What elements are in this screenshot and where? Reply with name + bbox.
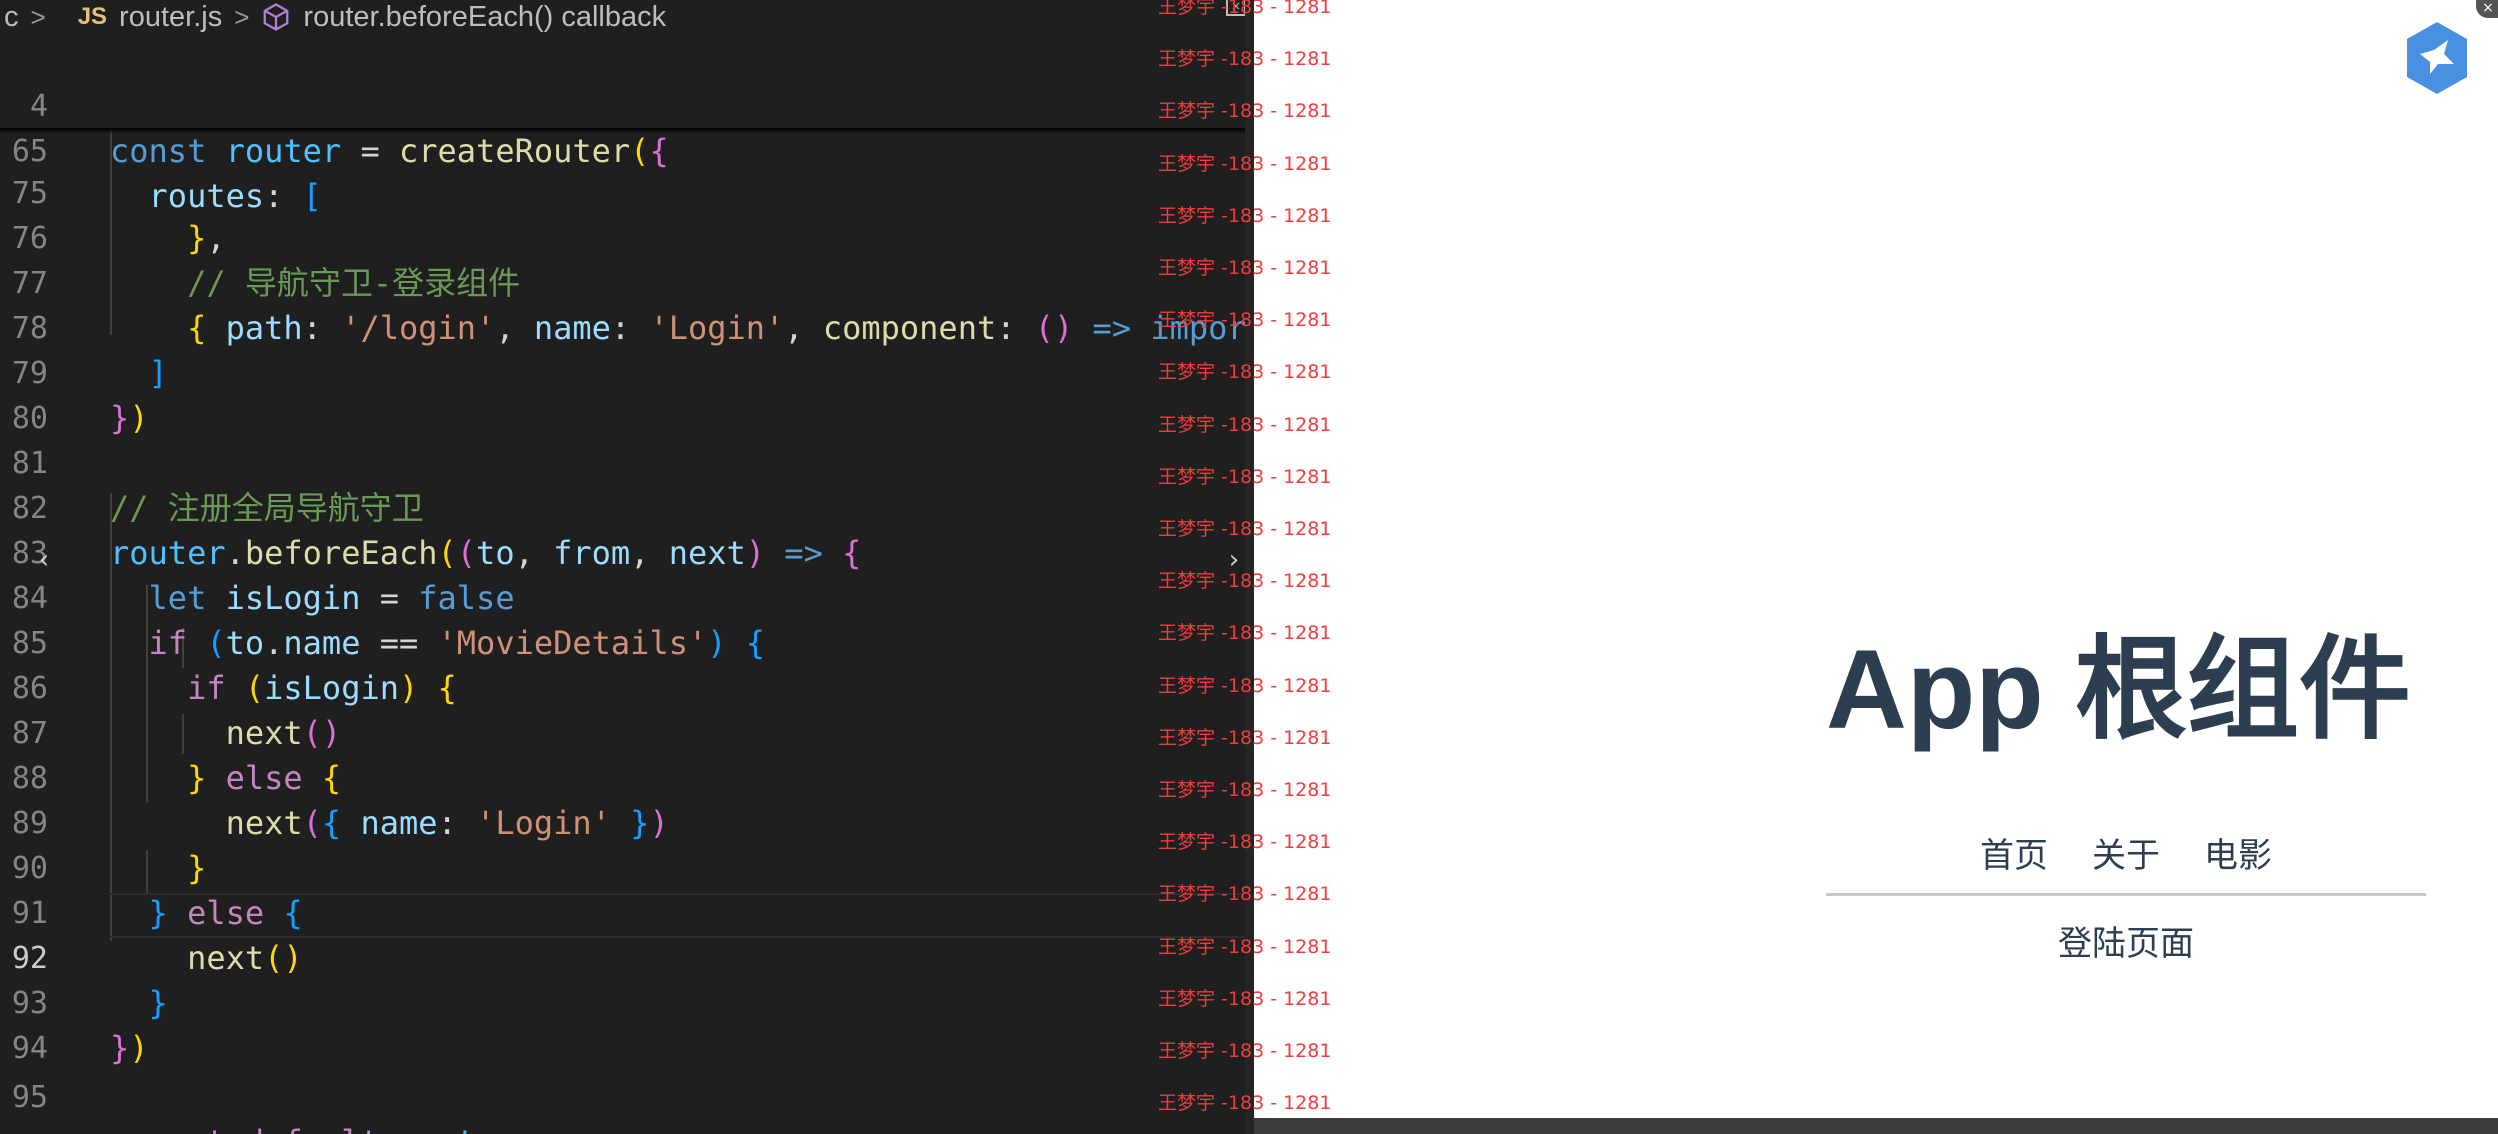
nav-link-about[interactable]: 关于 bbox=[2092, 828, 2160, 877]
preview-bottom-bar bbox=[1254, 1118, 2498, 1134]
code-line[interactable]: 76 // 导航守卫-登录组件 bbox=[0, 171, 1245, 302]
breadcrumb-file[interactable]: router.js bbox=[119, 1, 222, 34]
breadcrumb-separator: > bbox=[234, 1, 250, 32]
js-file-icon: JS bbox=[77, 3, 108, 30]
code-line[interactable]: 82 router.beforeEach((to, from, next) =>… bbox=[0, 441, 1245, 572]
code-line[interactable]: 86 next() bbox=[0, 621, 1245, 752]
code-line[interactable]: 93 }) bbox=[0, 936, 1245, 1067]
scroll-left-arrow[interactable]: ‹ bbox=[32, 545, 56, 575]
page-title: App 根组件 bbox=[1826, 627, 2411, 752]
breadcrumb-separator: > bbox=[30, 1, 46, 32]
pane-divider[interactable] bbox=[1245, 0, 1254, 1134]
code-line[interactable]: 4 const router = createRouter({ bbox=[0, 39, 1245, 170]
code-line[interactable]: 65 routes: [ bbox=[0, 84, 1245, 215]
divider-line bbox=[1826, 893, 2426, 896]
code-line[interactable]: 87 } else { bbox=[0, 666, 1245, 797]
code-line-current[interactable]: 92 } bbox=[0, 891, 1245, 1022]
code-line[interactable]: 90 } else { bbox=[0, 801, 1245, 932]
line-number: 95 bbox=[11, 1080, 48, 1115]
code-editor[interactable]: c > JS router.js > router.beforeEach() c… bbox=[0, 0, 1245, 1134]
code-line[interactable]: 89 } bbox=[0, 756, 1245, 887]
code-line[interactable]: 80 bbox=[0, 351, 1245, 436]
nav-links: 首页 关于 电影 bbox=[1826, 828, 2426, 877]
scroll-right-arrow[interactable]: › bbox=[1222, 545, 1245, 575]
breadcrumb-symbol[interactable]: router.beforeEach() callback bbox=[303, 1, 666, 34]
code-line[interactable]: 79 }) bbox=[0, 306, 1245, 437]
code-line[interactable]: 78 ] bbox=[0, 261, 1245, 392]
code-line[interactable]: 81 // 注册全局导航守卫 bbox=[0, 396, 1245, 527]
bird-logo-icon[interactable] bbox=[2404, 20, 2470, 96]
code-line[interactable]: 95 export default router bbox=[0, 1030, 1245, 1134]
code-line[interactable]: 91 next() bbox=[0, 846, 1245, 977]
code-line[interactable]: 88 next({ name: 'Login' }) bbox=[0, 711, 1245, 842]
breadcrumb-prefix[interactable]: c bbox=[4, 1, 19, 34]
nav-link-movies[interactable]: 电影 bbox=[2204, 828, 2272, 877]
code-line[interactable]: 94 bbox=[0, 981, 1245, 1066]
breadcrumb: c > JS router.js > router.beforeEach() c… bbox=[0, 0, 1245, 34]
close-icon[interactable]: × bbox=[1226, 0, 1245, 16]
router-view-text: 登陆页面 bbox=[2058, 924, 2194, 964]
code-line[interactable]: 85 if (isLogin) { bbox=[0, 576, 1245, 707]
symbol-method-icon bbox=[261, 2, 291, 32]
code-line[interactable]: 77 { path: '/login', name: 'Login', comp… bbox=[0, 216, 1245, 347]
code-line[interactable]: 83 let isLogin = false bbox=[0, 486, 1245, 617]
code-line[interactable]: 75 }, bbox=[0, 126, 1245, 257]
nav-link-home[interactable]: 首页 bbox=[1980, 828, 2048, 877]
code-line[interactable]: 84 if (to.name == 'MovieDetails') { bbox=[0, 531, 1245, 662]
code-text: export default router bbox=[110, 1120, 515, 1134]
